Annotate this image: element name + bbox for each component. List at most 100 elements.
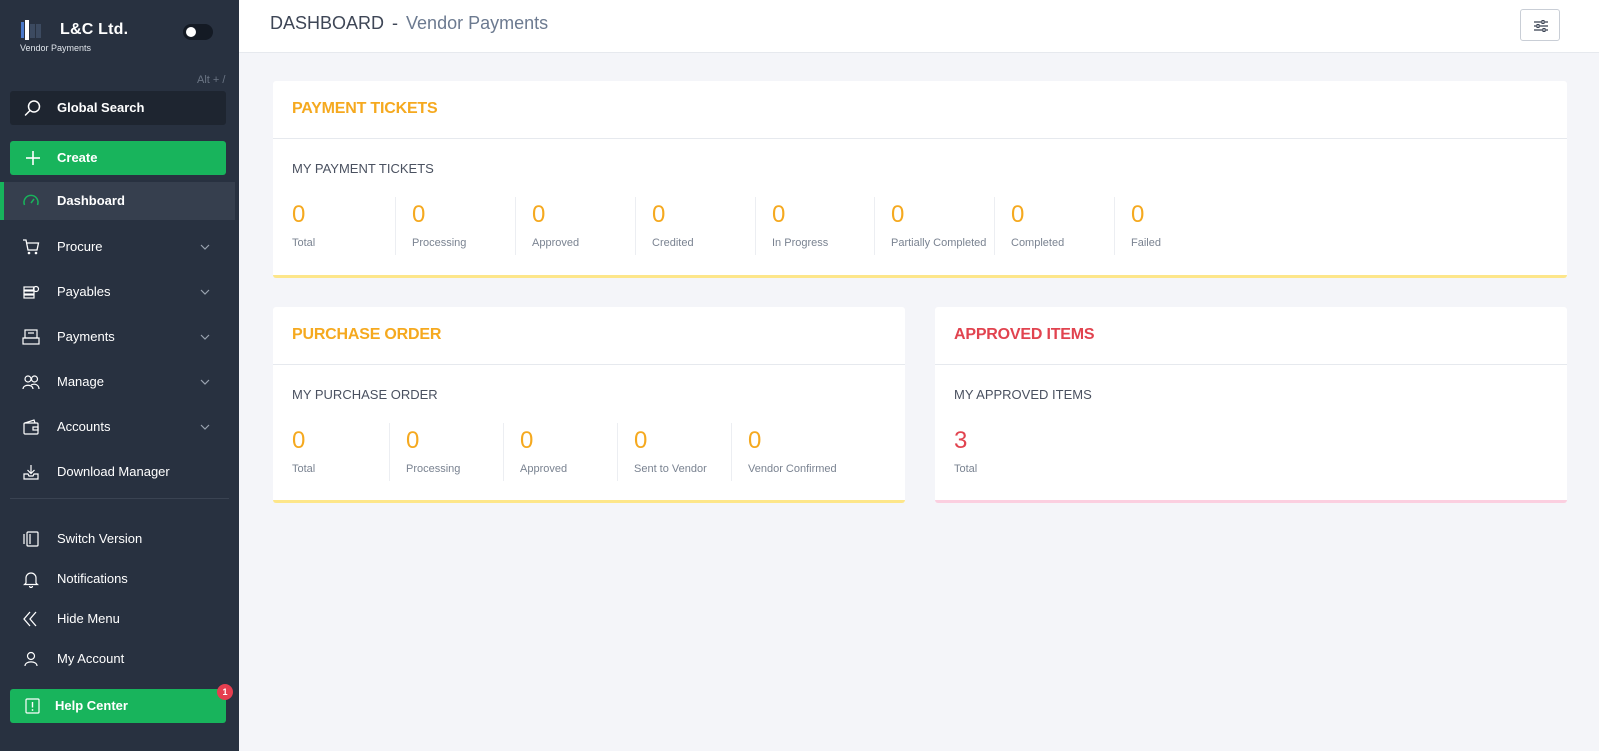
stat-label: In Progress bbox=[772, 237, 829, 249]
page-title-main: DASHBOARD bbox=[270, 13, 385, 33]
chevron-down-icon bbox=[200, 379, 210, 385]
coins-icon bbox=[23, 285, 40, 299]
stat-label: Total bbox=[292, 237, 316, 249]
theme-toggle[interactable] bbox=[183, 24, 213, 40]
sidebar-item-label: Dashboard bbox=[57, 193, 125, 208]
chevron-down-icon bbox=[200, 424, 210, 430]
search-icon bbox=[24, 100, 41, 116]
stat-label: Processing bbox=[412, 237, 467, 249]
card-title: APPROVED ITEMS bbox=[954, 326, 1095, 343]
payment-tickets-card: PAYMENT TICKETS MY PAYMENT TICKETS 0 Tot… bbox=[273, 81, 1567, 278]
brand-subtitle: Vendor Payments bbox=[20, 43, 92, 53]
sidebar-item-payables[interactable]: Payables bbox=[0, 273, 235, 311]
card-subtitle: MY APPROVED ITEMS bbox=[954, 387, 1092, 402]
stat-value: 0 bbox=[1011, 201, 1025, 228]
sidebar-item-label: Accounts bbox=[57, 419, 111, 434]
stat-value: 0 bbox=[1131, 201, 1145, 228]
sidebar-item-switch-version[interactable]: Switch Version bbox=[0, 520, 235, 558]
stat-item[interactable]: 3 Total bbox=[954, 423, 1073, 481]
wallet-icon bbox=[23, 419, 39, 435]
stat-item[interactable]: 0 Sent to Vendor bbox=[617, 423, 731, 481]
sidebar-item-notifications[interactable]: Notifications bbox=[0, 560, 235, 598]
sidebar-item-label: Switch Version bbox=[57, 531, 143, 546]
card-subtitle: MY PAYMENT TICKETS bbox=[292, 161, 434, 176]
sidebar-divider bbox=[10, 498, 229, 499]
create-button[interactable]: Create bbox=[10, 141, 226, 175]
brand-logo-icon bbox=[21, 20, 41, 40]
stat-label: Completed bbox=[1011, 237, 1065, 249]
payment-terminal-icon bbox=[22, 329, 40, 345]
stat-item[interactable]: 0 Credited bbox=[635, 197, 754, 255]
sidebar-item-my-account[interactable]: My Account bbox=[0, 640, 235, 678]
stat-value: 0 bbox=[520, 427, 534, 454]
sidebar-item-label: Payments bbox=[57, 329, 115, 344]
speedometer-icon bbox=[23, 194, 39, 206]
stat-label: Approved bbox=[520, 463, 568, 475]
stat-label: Partially Completed bbox=[891, 237, 987, 249]
sidebar-item-download-manager[interactable]: Download Manager bbox=[0, 453, 235, 491]
page-title: DASHBOARD - Vendor Payments bbox=[270, 13, 548, 34]
stat-item[interactable]: 0 Approved bbox=[503, 423, 617, 481]
stat-value: 0 bbox=[406, 427, 420, 454]
stat-item[interactable]: 0 Failed bbox=[1114, 197, 1233, 255]
sidebar-item-accounts[interactable]: Accounts bbox=[0, 408, 235, 446]
stat-label: Total bbox=[292, 463, 316, 475]
stat-item[interactable]: 0 Approved bbox=[515, 197, 634, 255]
stat-label: Sent to Vendor bbox=[634, 463, 707, 475]
chevron-down-icon bbox=[200, 289, 210, 295]
sidebar-item-label: Manage bbox=[57, 374, 104, 389]
stat-label: Vendor Confirmed bbox=[748, 463, 837, 475]
stat-value: 0 bbox=[532, 201, 546, 228]
sidebar-item-label: My Account bbox=[57, 651, 125, 666]
user-icon bbox=[24, 651, 38, 667]
stat-value: 0 bbox=[292, 427, 306, 454]
sidebar-item-label: Procure bbox=[57, 239, 103, 254]
top-bar: DASHBOARD - Vendor Payments bbox=[239, 0, 1599, 53]
card-header: APPROVED ITEMS bbox=[935, 307, 1567, 365]
stat-item[interactable]: 0 In Progress bbox=[755, 197, 874, 255]
card-title: PURCHASE ORDER bbox=[292, 326, 442, 343]
stat-item[interactable]: 0 Processing bbox=[395, 197, 514, 255]
stat-item[interactable]: 0 Partially Completed bbox=[874, 197, 993, 255]
sidebar-item-payments[interactable]: Payments bbox=[0, 318, 235, 356]
page-title-separator: - bbox=[392, 13, 399, 33]
help-alert-icon bbox=[25, 698, 40, 714]
card-title: PAYMENT TICKETS bbox=[292, 100, 438, 117]
stat-value: 0 bbox=[634, 427, 648, 454]
stat-value: 0 bbox=[652, 201, 666, 228]
sidebar-item-manage[interactable]: Manage bbox=[0, 363, 235, 401]
approved-items-card: APPROVED ITEMS MY APPROVED ITEMS 3 Total bbox=[935, 307, 1567, 503]
help-center-label: Help Center bbox=[55, 698, 128, 713]
stat-label: Failed bbox=[1131, 237, 1161, 249]
stat-value: 3 bbox=[954, 427, 968, 454]
sidebar-item-label: Payables bbox=[57, 284, 111, 299]
stat-label: Total bbox=[954, 463, 978, 475]
stat-item[interactable]: 0 Processing bbox=[389, 423, 503, 481]
card-subtitle: MY PURCHASE ORDER bbox=[292, 387, 438, 402]
switch-icon bbox=[23, 531, 39, 547]
stat-value: 0 bbox=[292, 201, 306, 228]
sidebar-item-dashboard[interactable]: Dashboard bbox=[0, 182, 235, 220]
global-search-button[interactable]: Global Search bbox=[10, 91, 226, 125]
stat-item[interactable]: 0 Completed bbox=[994, 197, 1113, 255]
search-shortcut-hint: Alt + / bbox=[197, 74, 226, 86]
stat-item[interactable]: 0 Total bbox=[292, 197, 411, 255]
purchase-order-card: PURCHASE ORDER MY PURCHASE ORDER 0 Total… bbox=[273, 307, 905, 503]
stat-value: 0 bbox=[412, 201, 426, 228]
filter-settings-button[interactable] bbox=[1520, 9, 1560, 41]
create-label: Create bbox=[57, 150, 98, 165]
stat-item[interactable]: 0 Vendor Confirmed bbox=[731, 423, 871, 481]
help-center-button[interactable]: Help Center bbox=[10, 689, 226, 723]
sidebar-item-hide-menu[interactable]: Hide Menu bbox=[0, 600, 235, 638]
cart-icon bbox=[23, 239, 40, 255]
bell-icon bbox=[23, 572, 39, 588]
sidebar-item-procure[interactable]: Procure bbox=[0, 228, 235, 266]
brand[interactable]: L&C Ltd. Vendor Payments bbox=[20, 18, 140, 56]
toggle-knob bbox=[186, 27, 196, 37]
stat-value: 0 bbox=[772, 201, 786, 228]
download-tray-icon bbox=[23, 465, 39, 480]
stat-item[interactable]: 0 Total bbox=[292, 423, 387, 481]
stat-value: 0 bbox=[891, 201, 905, 228]
sliders-icon bbox=[1534, 20, 1548, 32]
stat-label: Processing bbox=[406, 463, 461, 475]
